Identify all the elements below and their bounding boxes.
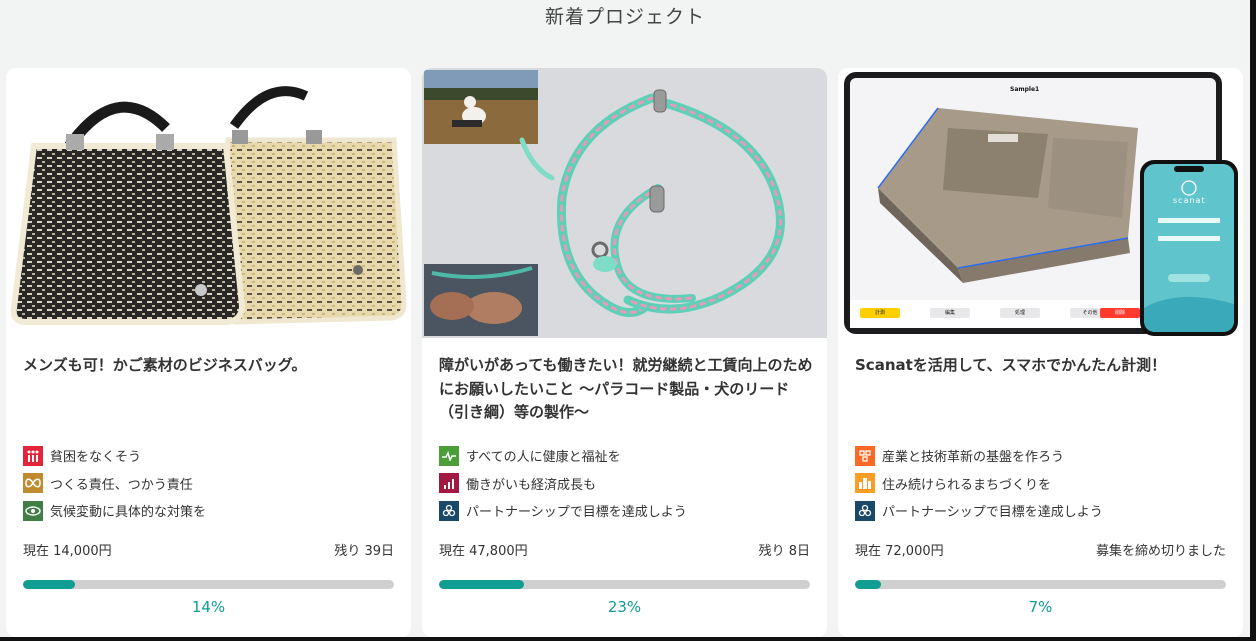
- page-edge: [0, 637, 1256, 641]
- sdg-label: つくる責任、つかう責任: [50, 477, 193, 493]
- project-card[interactable]: メンズも可！かご素材のビジネスバッグ。 貧困をなくそう つくる責任、つかう責任 …: [6, 68, 411, 637]
- project-image-basket-bag[interactable]: [6, 68, 411, 338]
- current-amount: 現在 72,000円: [855, 544, 944, 559]
- sdg-1-no-poverty-icon: [23, 445, 43, 466]
- sdg-item: 産業と技術革新の基盤を作ろう: [855, 442, 1230, 470]
- funding-percent: 14%: [191, 598, 226, 616]
- process-button: 処理: [1014, 310, 1025, 316]
- section-title: 新着プロジェクト: [544, 6, 705, 28]
- project-card[interactable]: 障がいがあっても働きたい！就労継続と工賃向上のためにお願いしたいこと 〜パラコー…: [422, 68, 827, 637]
- current-amount: 現在 47,800円: [439, 544, 528, 559]
- sdg-label: パートナーシップで目標を達成しよう: [882, 505, 1103, 521]
- model-name-label: Sample1: [1010, 86, 1040, 93]
- funding-progress-bar: [23, 580, 394, 589]
- sdg-item: 働きがいも経済成長も: [439, 470, 814, 498]
- sdg-11-sustainable-cities-icon: [855, 473, 875, 494]
- current-amount: 現在 14,000円: [23, 544, 112, 559]
- funding-percent: 7%: [1028, 598, 1053, 616]
- project-image-paracord-leash[interactable]: [422, 68, 827, 338]
- sdg-item: パートナーシップで目標を達成しよう: [439, 497, 814, 525]
- sdg-item: 気候変動に具体的な対策を: [23, 497, 398, 525]
- sdg-label: 住み続けられるまちづくりを: [882, 477, 1052, 493]
- project-title[interactable]: Scanatを活用して、スマホでかんたん計測！: [855, 354, 1230, 378]
- sdg-12-responsible-consumption-icon: [23, 473, 43, 494]
- sdg-8-decent-work-icon: [439, 473, 459, 494]
- sdg-item: すべての人に健康と福祉を: [439, 442, 814, 470]
- sdg-9-industry-innovation-icon: [855, 445, 875, 466]
- remaining-days: 残り 8日: [758, 544, 810, 559]
- edit-button: 編集: [944, 310, 955, 316]
- funding-status-row: 現在 47,800円 残り 8日: [439, 540, 810, 559]
- sdg-13-climate-action-icon: [23, 500, 43, 521]
- remaining-days: 残り 39日: [334, 544, 394, 559]
- project-title[interactable]: メンズも可！かご素材のビジネスバッグ。: [23, 354, 398, 378]
- sdg-label: パートナーシップで目標を達成しよう: [466, 505, 687, 521]
- project-image-scanat-app[interactable]: Sample1 scanat 計測 編集 処理 その他 削除: [838, 68, 1243, 338]
- sdg-item: つくる責任、つかう責任: [23, 470, 398, 498]
- page-edge: [1250, 0, 1256, 641]
- project-title[interactable]: 障がいがあっても働きたい！就労継続と工賃向上のためにお願いしたいこと 〜パラコー…: [439, 354, 814, 425]
- funding-status-row: 現在 72,000円 募集を締め切りました: [855, 540, 1226, 559]
- sdg-label: すべての人に健康と福祉を: [466, 450, 621, 466]
- funding-progress-fill: [439, 580, 525, 589]
- phone-brand-label: scanat: [1173, 196, 1206, 205]
- funding-percent: 23%: [607, 598, 642, 616]
- sdg-item: パートナーシップで目標を達成しよう: [855, 497, 1230, 525]
- sdg-17-partnerships-icon: [439, 500, 459, 521]
- campaign-closed-status: 募集を締め切りました: [1095, 544, 1226, 559]
- measure-button: 計測: [874, 310, 885, 316]
- funding-progress-bar: [439, 580, 810, 589]
- sdg-17-partnerships-icon: [855, 500, 875, 521]
- sdg-item: 住み続けられるまちづくりを: [855, 470, 1230, 498]
- sdg-goals-list: 貧困をなくそう つくる責任、つかう責任 気候変動に具体的な対策を: [23, 442, 398, 525]
- sdg-label: 貧困をなくそう: [50, 450, 142, 466]
- sdg-label: 気候変動に具体的な対策を: [50, 505, 207, 521]
- sdg-label: 産業と技術革新の基盤を作ろう: [882, 450, 1065, 466]
- sdg-goals-list: すべての人に健康と福祉を 働きがいも経済成長も パートナーシップで目標を達成しよ…: [439, 442, 814, 525]
- funding-progress-fill: [23, 580, 75, 589]
- delete-button: 削除: [1114, 310, 1125, 316]
- sdg-label: 働きがいも経済成長も: [466, 477, 597, 493]
- funding-progress-fill: [855, 580, 881, 589]
- project-card[interactable]: Sample1 scanat 計測 編集 処理 その他 削除 Scanatを活用…: [838, 68, 1243, 637]
- funding-status-row: 現在 14,000円 残り 39日: [23, 540, 394, 559]
- sdg-3-good-health-icon: [439, 445, 459, 466]
- sdg-item: 貧困をなくそう: [23, 442, 398, 470]
- funding-progress-bar: [855, 580, 1226, 589]
- sdg-goals-list: 産業と技術革新の基盤を作ろう 住み続けられるまちづくりを パートナーシップで目標…: [855, 442, 1230, 525]
